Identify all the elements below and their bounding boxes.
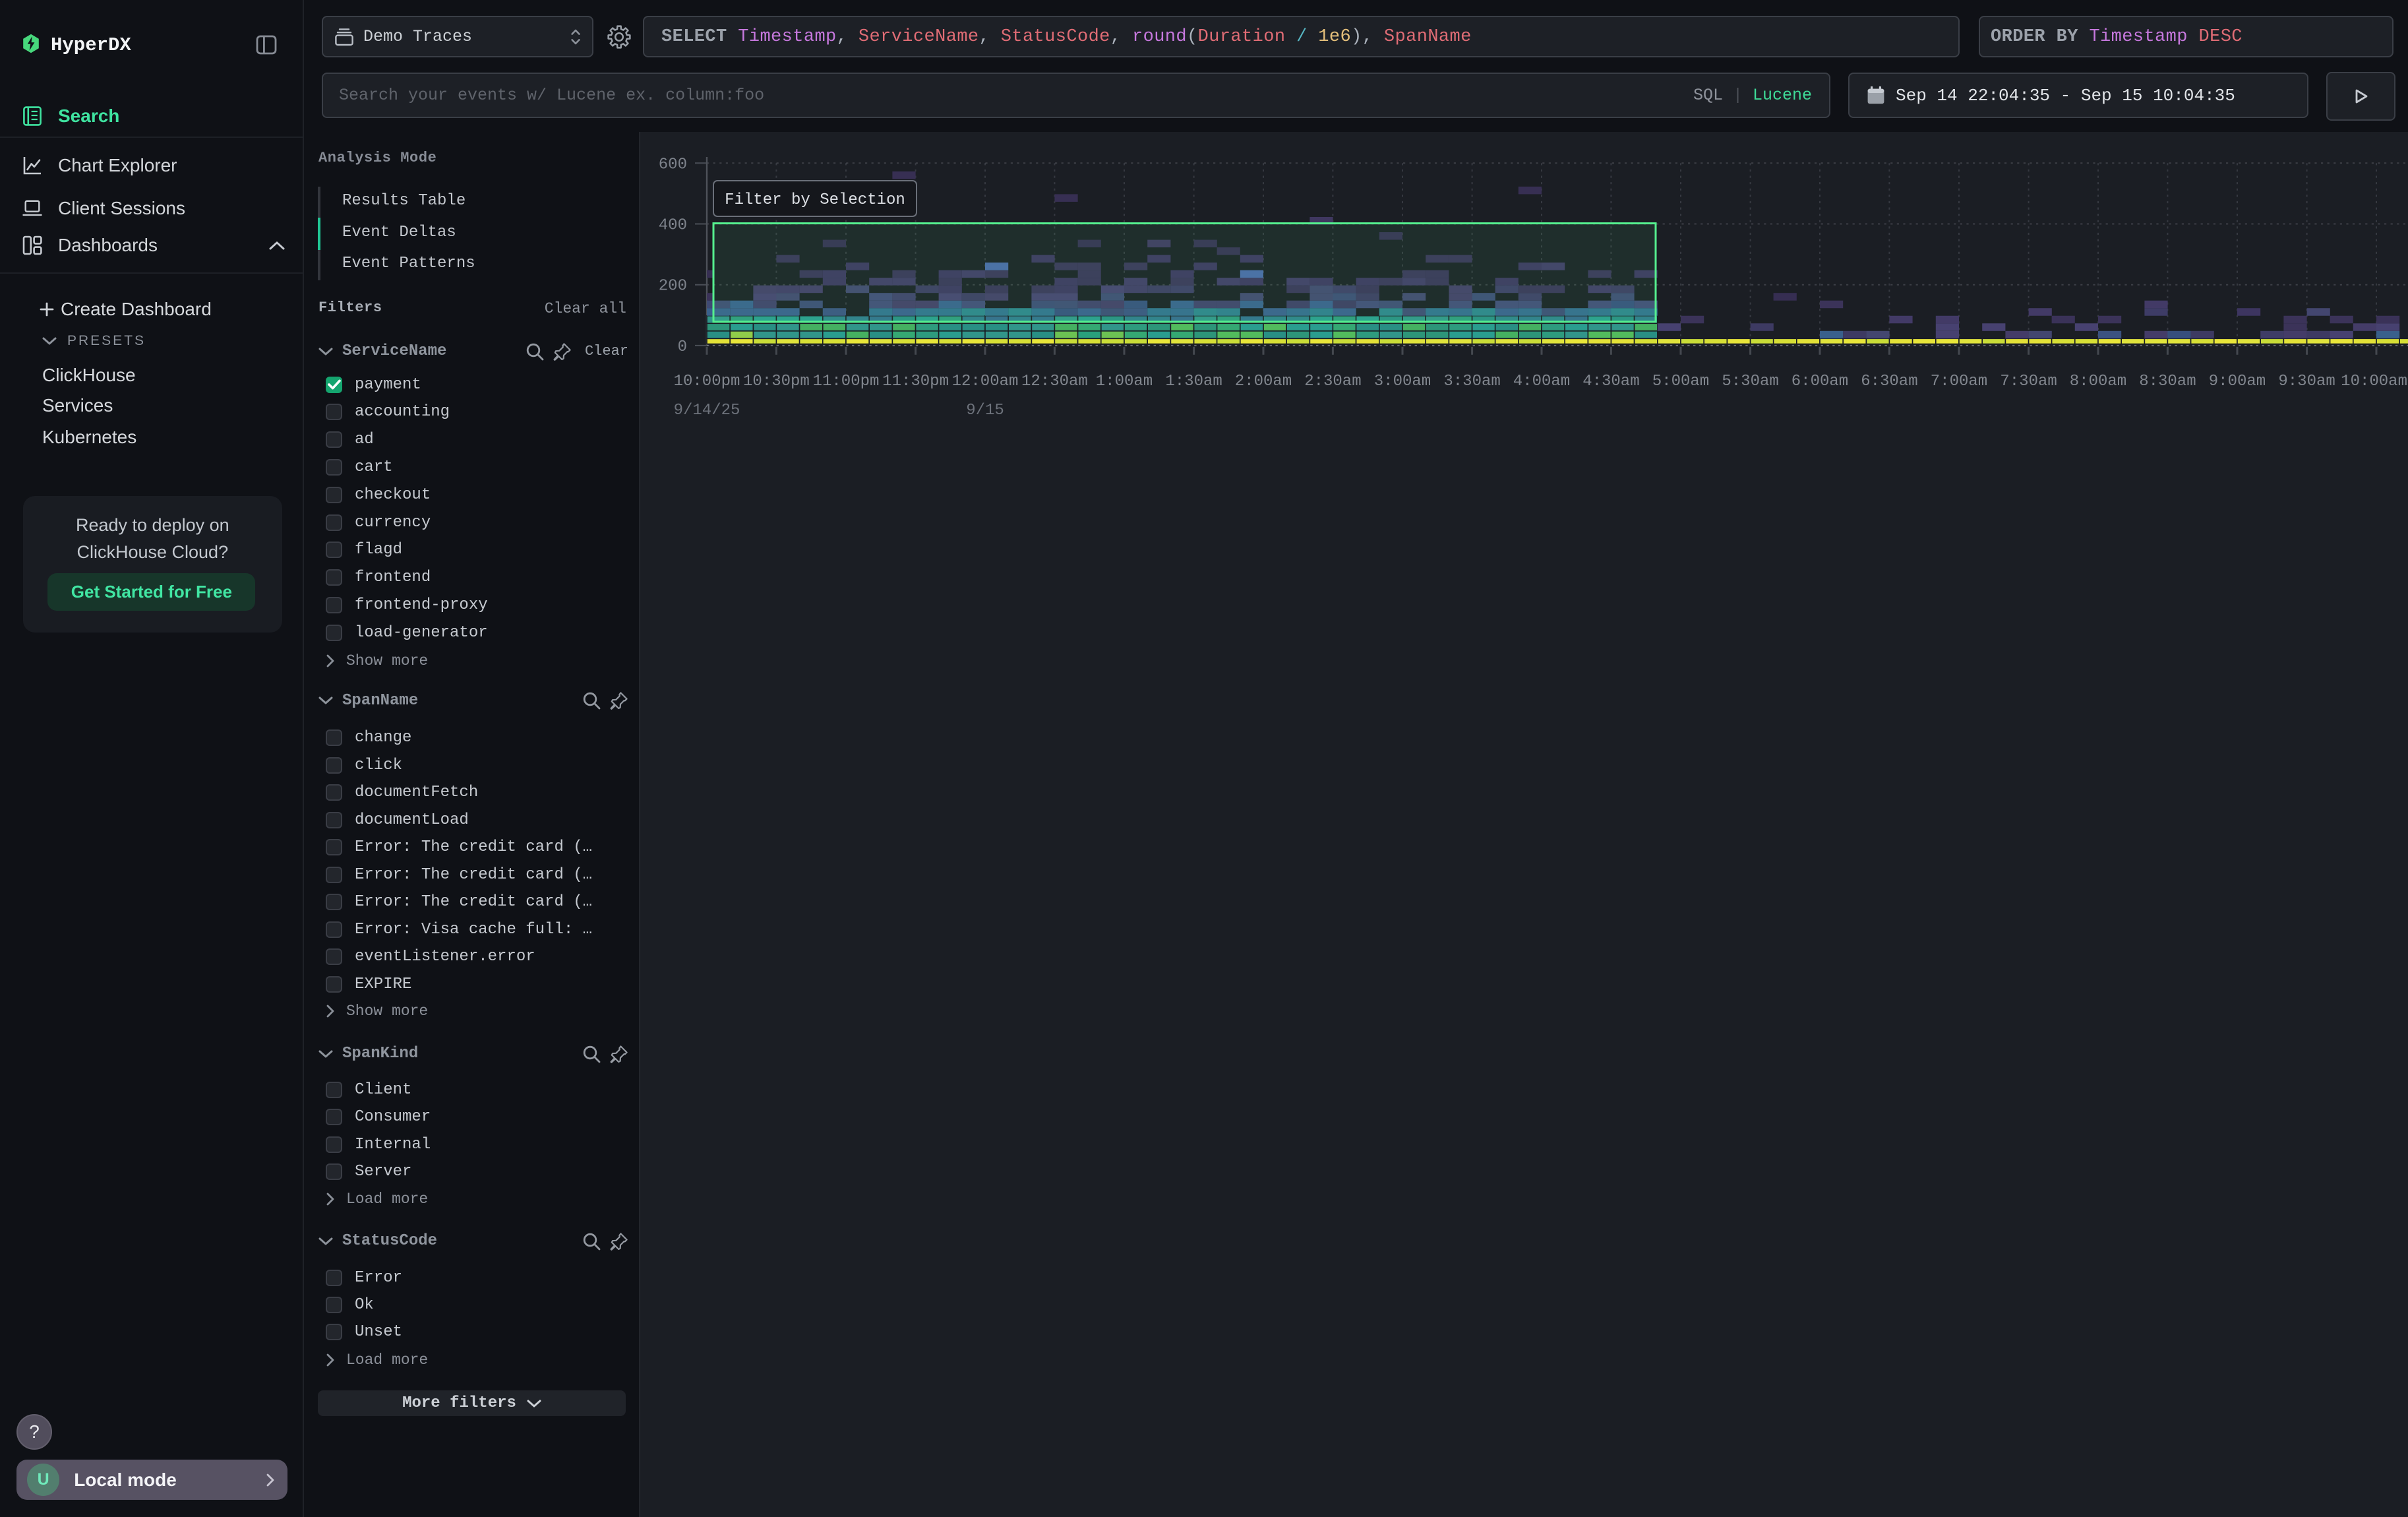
svg-text:Filter by Selection: Filter by Selection bbox=[725, 191, 905, 209]
svg-text:8:00am: 8:00am bbox=[2070, 373, 2126, 390]
svg-text:200: 200 bbox=[659, 278, 687, 295]
svg-text:4:30am: 4:30am bbox=[1582, 373, 1639, 390]
svg-text:11:00pm: 11:00pm bbox=[813, 373, 880, 390]
svg-text:0: 0 bbox=[678, 338, 687, 356]
svg-text:3:30am: 3:30am bbox=[1443, 373, 1500, 390]
svg-text:5:30am: 5:30am bbox=[1722, 373, 1778, 390]
svg-text:2:00am: 2:00am bbox=[1235, 373, 1292, 390]
svg-text:9/14/25: 9/14/25 bbox=[674, 402, 740, 419]
svg-text:5:00am: 5:00am bbox=[1652, 373, 1709, 390]
svg-text:600: 600 bbox=[659, 156, 687, 173]
svg-text:9:30am: 9:30am bbox=[2278, 373, 2335, 390]
svg-text:10:00pm: 10:00pm bbox=[674, 373, 740, 390]
svg-text:400: 400 bbox=[659, 217, 687, 235]
svg-text:2:30am: 2:30am bbox=[1304, 373, 1361, 390]
svg-text:3:00am: 3:00am bbox=[1374, 373, 1431, 390]
svg-text:11:30pm: 11:30pm bbox=[882, 373, 949, 390]
svg-text:7:00am: 7:00am bbox=[1931, 373, 1987, 390]
svg-text:12:30am: 12:30am bbox=[1021, 373, 1088, 390]
svg-text:9/15: 9/15 bbox=[966, 402, 1004, 419]
svg-text:6:30am: 6:30am bbox=[1861, 373, 1917, 390]
svg-text:6:00am: 6:00am bbox=[1791, 373, 1848, 390]
svg-text:7:30am: 7:30am bbox=[2000, 373, 2057, 390]
svg-text:8:30am: 8:30am bbox=[2139, 373, 2196, 390]
svg-text:9:00am: 9:00am bbox=[2209, 373, 2266, 390]
svg-text:12:00am: 12:00am bbox=[952, 373, 1019, 390]
svg-text:1:30am: 1:30am bbox=[1165, 373, 1222, 390]
svg-text:4:00am: 4:00am bbox=[1513, 373, 1570, 390]
svg-text:10:30pm: 10:30pm bbox=[743, 373, 810, 390]
svg-text:10:00am: 10:00am bbox=[2341, 373, 2407, 390]
svg-text:1:00am: 1:00am bbox=[1096, 373, 1153, 390]
